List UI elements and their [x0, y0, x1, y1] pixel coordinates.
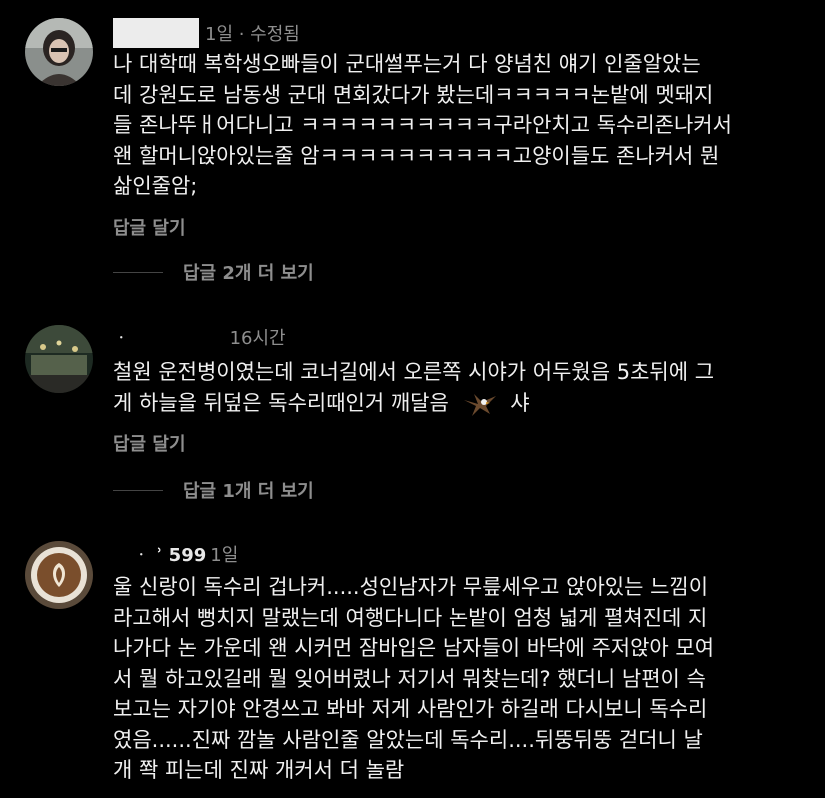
comment-line: 였음......진짜 깜놀 사람인줄 알았는데 독수리....뒤뚱뒤뚱 걷더니 …: [113, 727, 703, 752]
eagle-icon: [463, 393, 496, 416]
comment-line: 나가다 논 가운데 왠 시커먼 잠바입은 남자들이 바닥에 주저앉아 모여: [113, 636, 715, 660]
view-more-replies-label: 답글 1개 더 보기: [183, 481, 314, 502]
username[interactable]: ᆞ: [113, 324, 130, 350]
avatar[interactable]: [25, 541, 93, 609]
comment-line: 데 강원도로 남동생 군대 면회갔다가 봤는데ㅋㅋㅋㅋㅋ논밭에 멧돼지: [113, 82, 714, 107]
username[interactable]: [113, 18, 199, 48]
comment-line: 보고는 자기야 안경쓰고 봐바 저게 사람인가 하길래 다시보니 독수리: [113, 697, 708, 721]
comment-line: 게 하늘을 뒤덮은 독수리때인거 깨달음 샤: [113, 388, 813, 419]
view-more-replies-button[interactable]: 답글 2개 더 보기: [113, 259, 314, 285]
view-more-replies-button[interactable]: 답글 1개 더 보기: [113, 477, 314, 503]
comment-meta: ᆞ 16시간: [113, 322, 286, 352]
comment-line: 철원 운전병이였는데 코너길에서 오른쪽 시야가 어두웠음 5초뒤에 그: [113, 360, 715, 384]
timestamp: 1일 · 수정됨: [205, 24, 300, 45]
comment-line: 들 존나뚜ㅐ어다니고 ㅋㅋㅋㅋㅋㅋㅋㅋㅋㅋ구라안치고 독수리존나커서: [113, 113, 732, 137]
comment-meta: 1일 · 수정됨: [113, 18, 300, 48]
comment-text: 나 대학때 복학생오빠들이 군대썰푸는거 다 양념친 얘기 인줄알았는 데 강원…: [113, 49, 813, 202]
comment-line-tail: 샤: [510, 390, 530, 415]
comment-line: 나 대학때 복학생오빠들이 군대썰푸는거 다 양념친 얘기 인줄알았는: [113, 52, 701, 76]
username[interactable]: ᆞ ʾ 599: [133, 541, 206, 567]
comment-line: 개 쫙 피는데 진짜 개커서 더 놀람: [113, 758, 405, 782]
comment-line: 삶인줄암;: [113, 174, 198, 198]
reply-button[interactable]: 답글 달기: [113, 214, 186, 240]
reply-button[interactable]: 답글 달기: [113, 430, 186, 456]
timestamp: 16시간: [229, 328, 286, 349]
comment-line: 서 뭘 하고있길래 뭘 잊어버렸나 저기서 뭐찾는데? 했더니 남편이 슥: [113, 666, 706, 691]
comment-line: 라고해서 뻥치지 말랬는데 여행다니다 논밭이 엄청 넓게 펼쳐진데 지: [113, 605, 708, 630]
timestamp: 1일: [210, 545, 239, 566]
comment-meta: ᆞ ʾ 599 1일: [113, 539, 238, 569]
avatar[interactable]: [25, 18, 93, 86]
view-more-replies-label: 답글 2개 더 보기: [183, 263, 314, 284]
divider: [113, 489, 163, 491]
comment-text: 철원 운전병이였는데 코너길에서 오른쪽 시야가 어두웠음 5초뒤에 그 게 하…: [113, 357, 813, 418]
comment-line: 왠 할머니앉아있는줄 암ㅋㅋㅋㅋㅋㅋㅋㅋㅋㅋ고양이들도 존나커서 뭔: [113, 143, 720, 168]
comment-line: 울 신랑이 독수리 겁나커.....성인남자가 무릎세우고 앉아있는 느낌이: [113, 575, 709, 599]
comment-line-text: 게 하늘을 뒤덮은 독수리때인거 깨달음: [113, 390, 449, 415]
divider: [113, 271, 163, 273]
avatar[interactable]: [25, 325, 93, 393]
comment-text: 울 신랑이 독수리 겁나커.....성인남자가 무릎세우고 앉아있는 느낌이 라…: [113, 572, 813, 786]
